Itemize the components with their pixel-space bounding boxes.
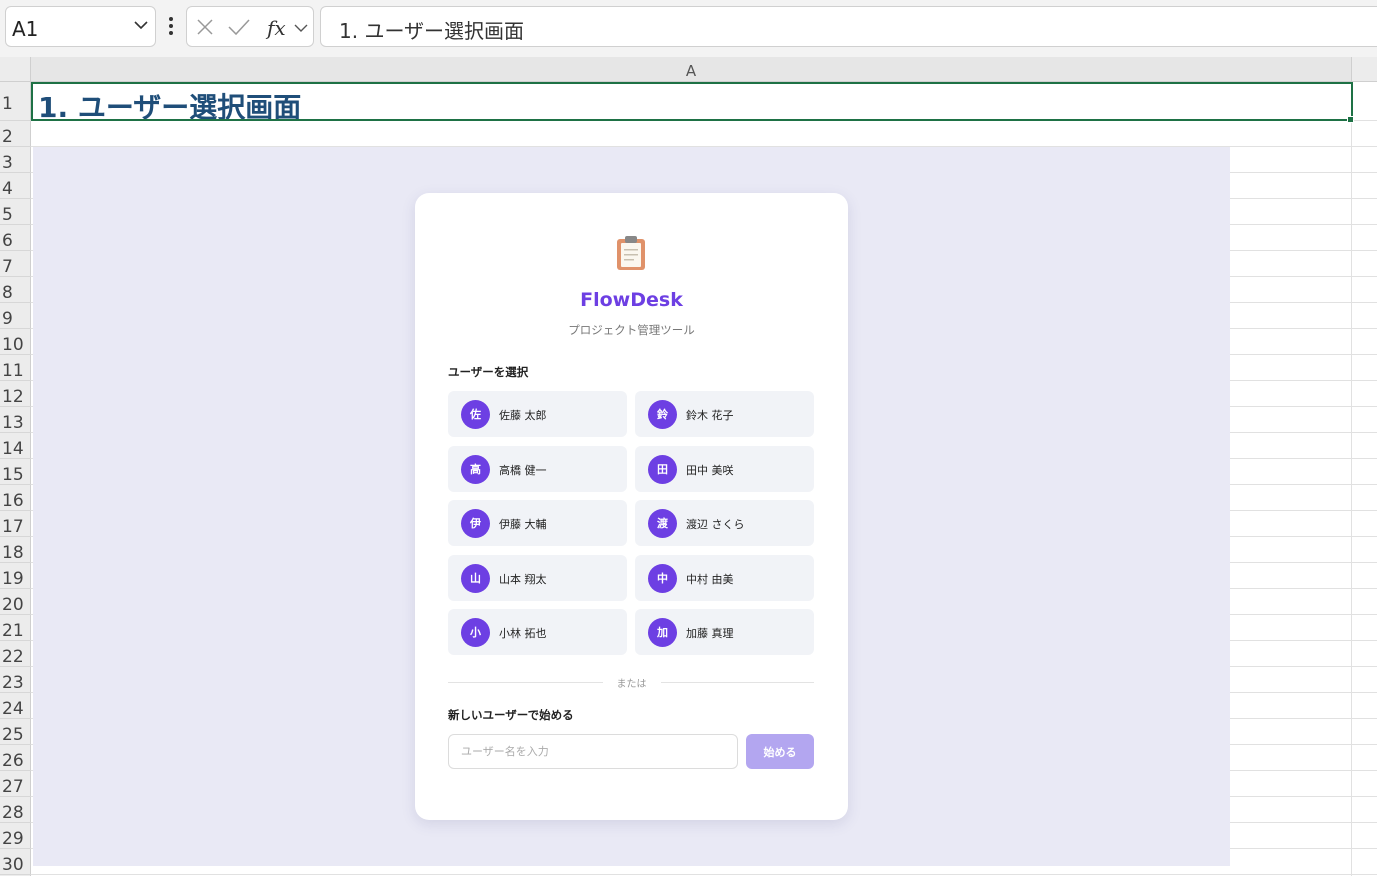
user-avatar: 田 — [648, 454, 677, 484]
row-header[interactable]: 11 — [0, 355, 31, 381]
user-name: 伊藤 大輔 — [499, 518, 547, 531]
row-header[interactable]: 5 — [0, 199, 31, 225]
row-header[interactable]: 3 — [0, 147, 31, 173]
user-name: 鈴木 花子 — [686, 409, 734, 422]
user-avatar: 加 — [648, 618, 677, 647]
formula-text: 1. ユーザー選択画面 — [339, 19, 525, 43]
row-header[interactable]: 14 — [0, 433, 31, 459]
tagline: プロジェクト管理ツール — [568, 323, 695, 337]
name-box[interactable]: A1 — [5, 6, 156, 47]
login-card: FlowDesk プロジェクト管理ツール ユーザーを選択 佐佐藤 太郎鈴鈴木 花… — [415, 193, 848, 820]
user-name: 小林 拓也 — [499, 627, 547, 640]
divider-right — [661, 682, 814, 683]
formula-bar: A1 fx 1. ユーザー選択画面 — [0, 0, 1377, 57]
column-gridline — [1351, 82, 1352, 876]
row-header[interactable]: 21 — [0, 615, 31, 641]
user-avatar: 小 — [461, 618, 490, 647]
row-header[interactable]: 13 — [0, 407, 31, 433]
user-button[interactable]: 鈴鈴木 花子 — [635, 391, 814, 437]
row-header[interactable]: 10 — [0, 329, 31, 355]
formula-input[interactable]: 1. ユーザー選択画面 — [320, 6, 1377, 47]
row-header[interactable]: 1 — [0, 82, 31, 121]
user-button[interactable]: 高高橋 健一 — [448, 445, 627, 492]
row-header[interactable]: 23 — [0, 667, 31, 693]
more-options-icon[interactable] — [165, 14, 177, 38]
user-name: 山本 翔太 — [499, 572, 547, 586]
row-header[interactable]: 20 — [0, 589, 31, 615]
formula-actions: fx — [186, 6, 314, 47]
select-user-heading: ユーザーを選択 — [448, 365, 529, 379]
select-all-corner[interactable] — [0, 57, 31, 82]
row-header[interactable]: 9 — [0, 303, 31, 329]
row-header[interactable]: 12 — [0, 381, 31, 407]
fill-handle[interactable] — [1347, 116, 1354, 123]
column-header-a[interactable]: A — [31, 57, 1352, 82]
row-header[interactable]: 26 — [0, 745, 31, 771]
selected-cell-a1[interactable] — [31, 82, 1353, 121]
row-header[interactable]: 16 — [0, 485, 31, 511]
user-button[interactable]: 中中村 由美 — [635, 554, 814, 601]
row-header[interactable]: 2 — [0, 121, 31, 147]
row-header[interactable]: 8 — [0, 277, 31, 303]
row-header[interactable]: 22 — [0, 641, 31, 667]
svg-text:fx: fx — [265, 16, 286, 40]
user-avatar: 伊 — [461, 509, 490, 538]
user-name: 渡辺 さくら — [686, 518, 745, 531]
user-avatar: 佐 — [461, 400, 490, 429]
user-avatar: 山 — [461, 563, 490, 593]
user-button[interactable]: 田田中 美咲 — [635, 445, 814, 492]
user-button[interactable]: 佐佐藤 太郎 — [448, 391, 627, 437]
cancel-icon[interactable] — [195, 17, 215, 37]
embedded-image[interactable]: FlowDesk プロジェクト管理ツール ユーザーを選択 佐佐藤 太郎鈴鈴木 花… — [33, 147, 1230, 866]
user-button[interactable]: 加加藤 真理 — [635, 609, 814, 655]
row-gridline — [31, 874, 1377, 875]
user-avatar: 渡 — [648, 509, 677, 538]
row-header[interactable]: 27 — [0, 771, 31, 797]
row-header[interactable]: 29 — [0, 823, 31, 849]
chevron-down-icon[interactable] — [293, 21, 309, 35]
user-name: 佐藤 太郎 — [499, 409, 547, 422]
function-icon[interactable]: fx — [265, 15, 291, 41]
check-icon[interactable] — [227, 17, 251, 37]
brand-title: FlowDesk — [580, 289, 683, 311]
chevron-down-icon[interactable] — [133, 17, 149, 33]
clipboard-icon — [617, 236, 645, 270]
start-button[interactable]: 始める — [746, 734, 814, 769]
user-button[interactable]: 渡渡辺 さくら — [635, 500, 814, 546]
row-header[interactable]: 17 — [0, 511, 31, 537]
user-name: 中村 由美 — [686, 572, 734, 586]
user-avatar: 鈴 — [648, 400, 677, 429]
username-input[interactable] — [448, 734, 738, 769]
user-avatar: 中 — [648, 563, 677, 593]
user-avatar: 高 — [461, 454, 490, 484]
row-header[interactable]: 4 — [0, 173, 31, 199]
row-header[interactable]: 24 — [0, 693, 31, 719]
user-name: 高橋 健一 — [499, 463, 547, 477]
row-header[interactable]: 7 — [0, 251, 31, 277]
row-headers: 1 2 3 4 5 6 7 8 9 10 11 12 13 14 15 16 17 18 19 20 21 22 23 24 2… — [0, 82, 31, 876]
row-header[interactable]: 30 — [0, 849, 31, 875]
row-header[interactable]: 28 — [0, 797, 31, 823]
column-header-blank — [1352, 57, 1377, 82]
row-header[interactable]: 18 — [0, 537, 31, 563]
row-header[interactable]: 19 — [0, 563, 31, 589]
name-box-value: A1 — [12, 17, 39, 41]
user-name: 加藤 真理 — [686, 627, 734, 640]
row-header[interactable]: 15 — [0, 459, 31, 485]
user-name: 田中 美咲 — [686, 463, 734, 477]
row-header[interactable]: 6 — [0, 225, 31, 251]
new-user-heading: 新しいユーザーで始める — [448, 708, 574, 722]
user-button[interactable]: 山山本 翔太 — [448, 554, 627, 601]
user-button[interactable]: 小小林 拓也 — [448, 609, 627, 655]
user-button[interactable]: 伊伊藤 大輔 — [448, 500, 627, 546]
row-header[interactable]: 25 — [0, 719, 31, 745]
